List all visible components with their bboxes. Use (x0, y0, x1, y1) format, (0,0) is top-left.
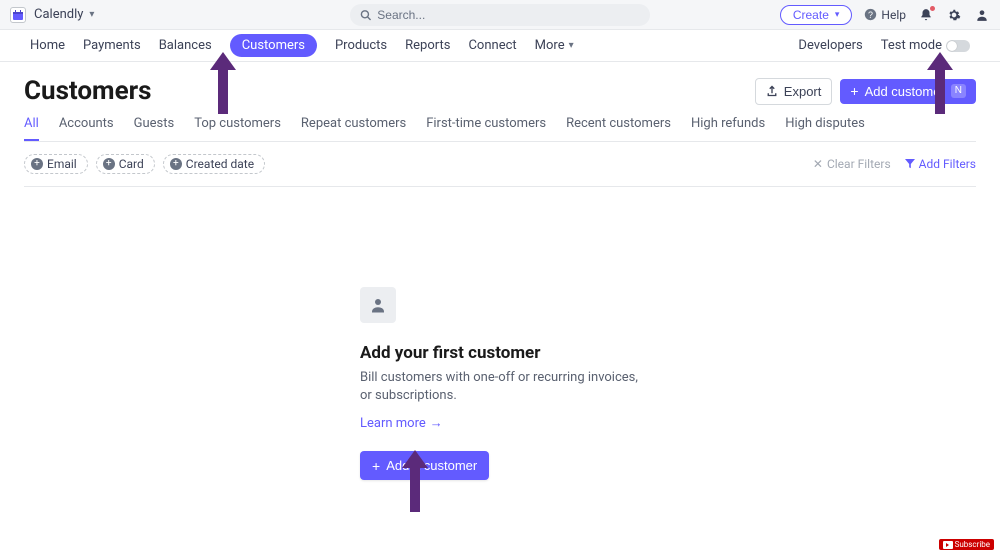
chevron-down-icon: ▾ (569, 40, 574, 51)
search-input[interactable] (377, 8, 640, 22)
chevron-down-icon: ▾ (835, 9, 840, 20)
nav-testmode[interactable]: Test mode (881, 38, 970, 53)
plus-icon: + (31, 158, 43, 170)
chevron-down-icon: ▾ (89, 9, 94, 20)
nav-customers[interactable]: Customers (230, 34, 317, 57)
filter-chip-card[interactable]: + Card (96, 154, 155, 174)
filter-icon (905, 159, 915, 169)
plus-icon: + (170, 158, 182, 170)
create-button[interactable]: Create ▾ (780, 5, 853, 25)
add-filters[interactable]: Add Filters (905, 157, 976, 171)
add-a-customer-label: Add a customer (386, 458, 477, 473)
nav-more-label: More (535, 38, 565, 53)
kbd-shortcut: N (951, 84, 966, 98)
calendar-icon (13, 10, 23, 20)
main-nav: Home Payments Balances Customers Product… (0, 30, 1000, 62)
gear-icon (947, 8, 961, 22)
nav-payments[interactable]: Payments (83, 38, 141, 53)
bell-icon (919, 8, 933, 22)
youtube-icon (943, 541, 953, 549)
svg-text:?: ? (868, 10, 873, 20)
testmode-label: Test mode (881, 38, 942, 53)
search-icon (360, 9, 371, 21)
clear-label: Clear Filters (827, 157, 891, 171)
settings-button[interactable] (946, 7, 962, 23)
testmode-toggle[interactable] (946, 40, 970, 52)
nav-developers[interactable]: Developers (798, 38, 862, 53)
subtab-repeat[interactable]: Repeat customers (301, 116, 406, 141)
subtab-first[interactable]: First-time customers (426, 116, 546, 141)
subtab-disputes[interactable]: High disputes (785, 116, 865, 141)
add-customer-button[interactable]: + Add customer N (840, 79, 976, 104)
filter-chip-created[interactable]: + Created date (163, 154, 265, 174)
chip-label: Email (47, 157, 77, 171)
export-icon (766, 85, 778, 97)
export-button[interactable]: Export (755, 78, 833, 105)
notifications-button[interactable] (918, 7, 934, 23)
topbar: Calendly ▾ Create ▾ ? Help (0, 0, 1000, 30)
org-logo-box (10, 7, 26, 23)
filter-chip-email[interactable]: + Email (24, 154, 88, 174)
help-icon: ? (864, 8, 877, 21)
chip-label: Card (119, 157, 144, 171)
org-selector[interactable]: Calendly ▾ (34, 7, 94, 22)
empty-title: Add your first customer (360, 343, 540, 363)
empty-icon-box (360, 287, 396, 323)
nav-more[interactable]: More ▾ (535, 38, 574, 53)
help-label: Help (881, 8, 906, 22)
subtab-accounts[interactable]: Accounts (59, 116, 114, 141)
help-link[interactable]: ? Help (864, 8, 906, 22)
subscribe-label: Subscribe (955, 540, 990, 549)
subtab-all[interactable]: All (24, 116, 39, 141)
create-label: Create (793, 8, 829, 22)
nav-connect[interactable]: Connect (468, 38, 516, 53)
nav-products[interactable]: Products (335, 38, 387, 53)
subtab-guests[interactable]: Guests (134, 116, 175, 141)
page-title: Customers (24, 76, 152, 106)
subscribe-badge[interactable]: Subscribe (939, 539, 994, 550)
close-icon: ✕ (813, 157, 823, 171)
chip-label: Created date (186, 157, 254, 171)
learn-label: Learn more (360, 416, 426, 431)
arrow-right-icon: → (430, 415, 443, 431)
filter-row: + Email + Card + Created date ✕ Clear Fi… (24, 142, 976, 187)
nav-balances[interactable]: Balances (159, 38, 212, 53)
subtab-top[interactable]: Top customers (194, 116, 281, 141)
learn-more-link[interactable]: Learn more → (360, 415, 443, 431)
empty-state: Add your first customer Bill customers w… (360, 287, 640, 480)
export-label: Export (784, 84, 822, 99)
person-icon (369, 296, 387, 314)
subtab-recent[interactable]: Recent customers (566, 116, 671, 141)
plus-icon: + (372, 459, 380, 473)
plus-icon: + (103, 158, 115, 170)
subtab-refunds[interactable]: High refunds (691, 116, 765, 141)
profile-button[interactable] (974, 7, 990, 23)
person-icon (975, 8, 989, 22)
plus-icon: + (850, 84, 858, 98)
nav-reports[interactable]: Reports (405, 38, 450, 53)
nav-home[interactable]: Home (30, 38, 65, 53)
subtabs: All Accounts Guests Top customers Repeat… (24, 116, 976, 142)
empty-description: Bill customers with one-off or recurring… (360, 369, 640, 405)
clear-filters[interactable]: ✕ Clear Filters (813, 157, 891, 171)
search-box[interactable] (350, 4, 650, 26)
page-content: Customers Export + Add customer N All Ac… (0, 62, 1000, 480)
add-customer-label: Add customer (865, 84, 945, 99)
add-a-customer-button[interactable]: + Add a customer (360, 451, 489, 480)
addfilters-label: Add Filters (919, 157, 976, 171)
org-name: Calendly (34, 7, 83, 22)
